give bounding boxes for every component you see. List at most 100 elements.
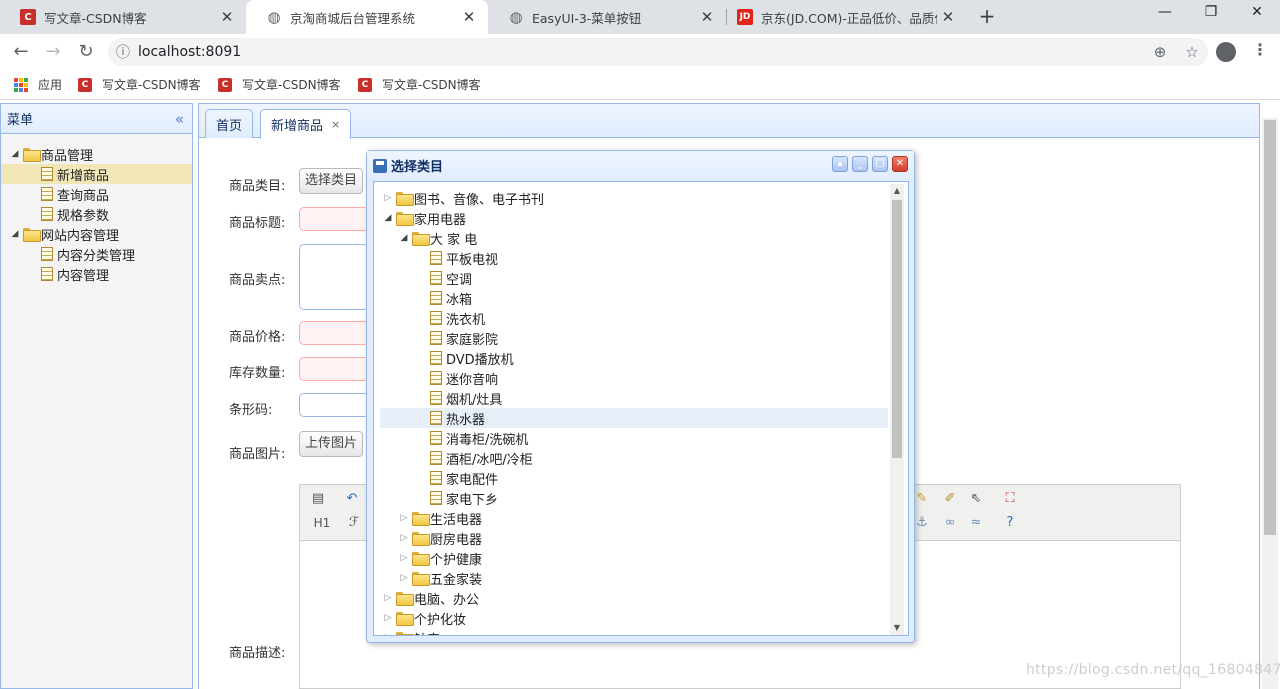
upload-image-button[interactable]: 上传图片 — [299, 431, 364, 457]
browser-tab-jd[interactable]: JD 京东(JD.COM)-正品低价、品质保障 ✕ — [727, 0, 967, 34]
category-tree-node[interactable]: DVD播放机 — [380, 348, 888, 368]
browser-tab-csdn[interactable]: C 写文章-CSDN博客 ✕ — [0, 0, 246, 34]
collapse-arrow-icon[interactable]: ◢ — [396, 233, 412, 243]
category-tree-node[interactable]: 家电下乡 — [380, 488, 888, 508]
category-tree-node[interactable]: ▷ 钟表 — [380, 628, 888, 635]
address-bar[interactable]: ⓘ localhost:8091 ⊕ ☆ — [108, 38, 1208, 66]
maximize-icon[interactable]: □ — [872, 156, 888, 172]
collapse-arrow-icon[interactable]: ◢ — [380, 213, 396, 223]
expand-arrow-icon[interactable]: ▷ — [396, 513, 412, 523]
scrollbar-thumb[interactable] — [892, 200, 902, 458]
bookmark-csdn[interactable]: C 写文章-CSDN博客 — [218, 76, 341, 93]
category-tree-node[interactable]: ▷ 个护健康 — [380, 548, 888, 568]
title-input[interactable] — [299, 207, 369, 231]
close-icon[interactable]: ✕ — [458, 8, 480, 26]
category-tree-node[interactable]: 家庭影院 — [380, 328, 888, 348]
profile-avatar-icon[interactable] — [1216, 42, 1236, 62]
stock-input[interactable] — [299, 357, 369, 381]
category-tree-node[interactable]: 消毒柜/洗碗机 — [380, 428, 888, 448]
reload-icon[interactable]: ↻ — [75, 41, 97, 63]
minimize-icon[interactable]: _ — [852, 156, 868, 172]
source-icon[interactable]: ▤ — [310, 491, 326, 507]
category-tree-node[interactable]: 空调 — [380, 268, 888, 288]
menu-dots-icon[interactable]: ⋮ — [1252, 40, 1268, 59]
clear-format-icon[interactable]: ✎ — [914, 491, 930, 507]
category-tree-node[interactable]: 冰箱 — [380, 288, 888, 308]
bookmark-apps[interactable]: 应用 — [14, 76, 62, 93]
expand-arrow-icon[interactable]: ▷ — [380, 593, 396, 603]
category-tree-node[interactable]: 烟机/灶具 — [380, 388, 888, 408]
category-tree-node[interactable]: 平板电视 — [380, 248, 888, 268]
back-icon[interactable]: ← — [10, 41, 32, 63]
close-icon[interactable]: ✕ — [937, 8, 959, 26]
category-tree-node[interactable]: ▷ 厨房电器 — [380, 528, 888, 548]
browser-tab-easyui[interactable]: ◍ EasyUI-3-菜单按钮 ✕ — [488, 0, 726, 34]
dialog-scrollbar[interactable]: ▲ ▼ — [890, 184, 904, 635]
tree-node-site-content[interactable]: ◢ 网站内容管理 — [1, 224, 192, 244]
forward-icon[interactable]: → — [42, 41, 64, 63]
bookmark-star-icon[interactable]: ☆ — [1176, 43, 1208, 61]
category-tree-node[interactable]: 迷你音响 — [380, 368, 888, 388]
bookmark-csdn[interactable]: C 写文章-CSDN博客 — [358, 76, 481, 93]
scroll-up-icon[interactable]: ▲ — [890, 184, 904, 198]
heading-icon[interactable]: H1 — [308, 515, 336, 531]
tab-add-product[interactable]: 新增商品 × — [260, 109, 352, 139]
zoom-icon[interactable]: ⊕ — [1144, 43, 1176, 61]
category-tree-node[interactable]: ▷ 生活电器 — [380, 508, 888, 528]
select-all-icon[interactable]: ⇖ — [968, 491, 984, 507]
close-icon[interactable]: ✕ — [892, 156, 908, 172]
sell-point-textarea[interactable] — [299, 244, 369, 310]
close-icon[interactable]: ✕ — [216, 8, 238, 26]
tree-node-query-product[interactable]: 查询商品 — [1, 184, 192, 204]
tab-home[interactable]: 首页 — [205, 109, 254, 138]
expand-arrow-icon[interactable]: ◢ — [7, 229, 23, 239]
category-tree-node[interactable]: ◢ 大 家 电 — [380, 228, 888, 248]
bookmark-csdn[interactable]: C 写文章-CSDN博客 — [78, 76, 201, 93]
font-icon[interactable]: ℱ — [346, 515, 362, 531]
expand-arrow-icon[interactable]: ▷ — [396, 533, 412, 543]
price-input[interactable] — [299, 321, 369, 345]
category-tree-node[interactable]: ▷ 五金家装 — [380, 568, 888, 588]
category-tree-node[interactable]: 家电配件 — [380, 468, 888, 488]
tree-node-content-category[interactable]: 内容分类管理 — [1, 244, 192, 264]
unlink-icon[interactable]: ≈ — [968, 515, 984, 531]
expand-arrow-icon[interactable]: ▷ — [380, 193, 396, 203]
category-tree-node[interactable]: ▷ 图书、音像、电子书刊 — [380, 188, 888, 208]
paste-word-icon[interactable]: ✐ — [942, 491, 958, 507]
select-category-button[interactable]: 选择类目 — [299, 168, 364, 194]
tree-node-product-management[interactable]: ◢ 商品管理 — [1, 144, 192, 164]
fullscreen-icon[interactable]: ⛶ — [1002, 491, 1018, 507]
expand-arrow-icon[interactable]: ▷ — [396, 573, 412, 583]
expand-arrow-icon[interactable]: ▷ — [396, 553, 412, 563]
link-icon[interactable]: ∞ — [942, 515, 958, 531]
close-icon[interactable]: ✕ — [696, 8, 718, 26]
restore-icon[interactable]: ❐ — [1201, 4, 1221, 20]
window-close-icon[interactable]: ✕ — [1247, 4, 1267, 20]
tree-node-content[interactable]: 内容管理 — [1, 264, 192, 284]
category-tree-node[interactable]: ▷ 个护化妆 — [380, 608, 888, 628]
category-tree-node[interactable]: ▷ 电脑、办公 — [380, 588, 888, 608]
minimize-icon[interactable]: — — [1155, 4, 1175, 20]
undo-icon[interactable]: ↶ — [344, 491, 360, 507]
expand-arrow-icon[interactable]: ◢ — [7, 149, 23, 159]
category-tree-node[interactable]: 洗衣机 — [380, 308, 888, 328]
expand-arrow-icon[interactable]: ▷ — [380, 633, 396, 635]
info-icon[interactable]: ⓘ — [108, 42, 138, 62]
collapse-icon[interactable]: ▴ — [832, 156, 848, 172]
tree-node-spec-params[interactable]: 规格参数 — [1, 204, 192, 224]
scroll-down-icon[interactable]: ▼ — [890, 621, 904, 635]
scrollbar-thumb[interactable] — [1264, 120, 1276, 535]
category-tree-node[interactable]: 热水器 — [380, 408, 888, 428]
new-tab-button[interactable]: + — [976, 5, 998, 27]
anchor-icon[interactable]: ⚓ — [914, 515, 930, 531]
tree-node-add-product[interactable]: 新增商品 — [1, 164, 192, 184]
help-icon[interactable]: ? — [1002, 515, 1018, 531]
category-tree-node[interactable]: ◢ 家用电器 — [380, 208, 888, 228]
tab-close-icon[interactable]: × — [331, 118, 340, 131]
category-tree-node[interactable]: 酒柜/冰吧/冷柜 — [380, 448, 888, 468]
browser-tab-admin[interactable]: ◍ 京淘商城后台管理系统 ✕ — [246, 0, 488, 34]
page-scrollbar[interactable] — [1262, 118, 1278, 689]
expand-arrow-icon[interactable]: ▷ — [380, 613, 396, 623]
barcode-input[interactable] — [299, 393, 369, 417]
collapse-icon[interactable]: « — [175, 110, 184, 128]
